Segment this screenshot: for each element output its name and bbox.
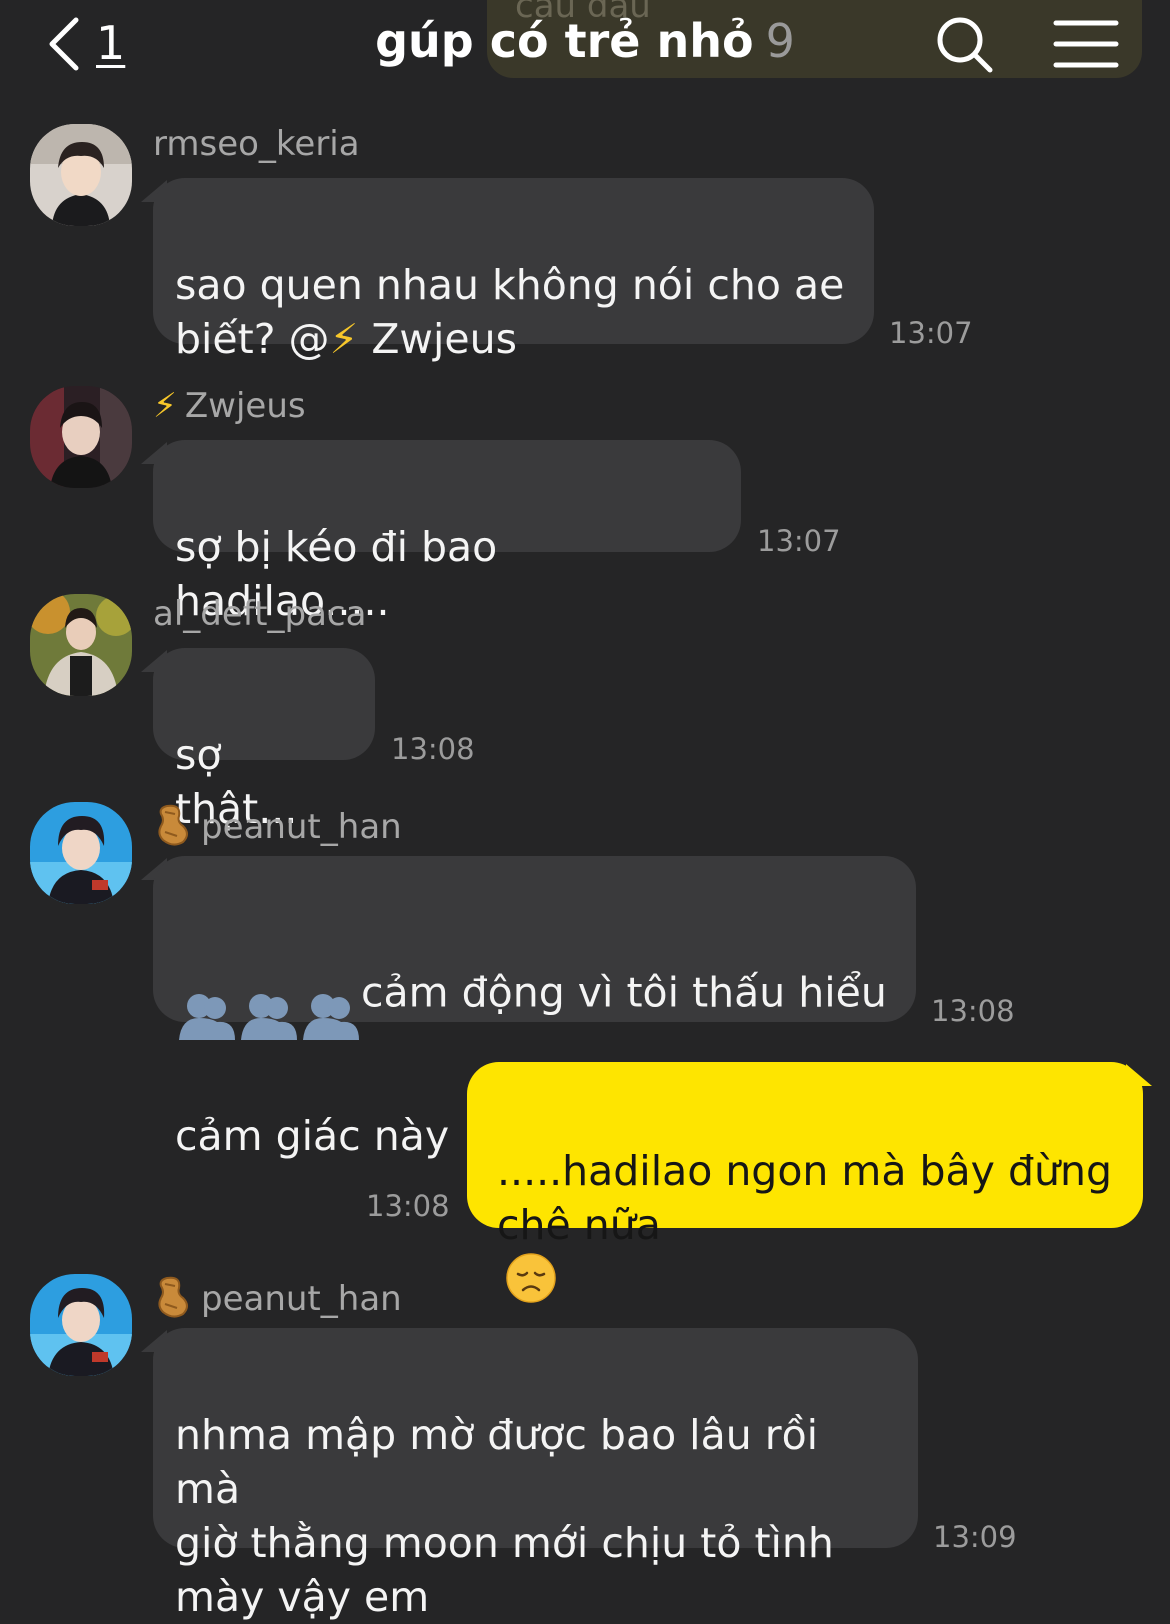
avatar[interactable] xyxy=(30,1274,132,1376)
avatar[interactable] xyxy=(30,386,132,488)
message-text: nhma mập mờ được bao lâu rồi mà giờ thằn… xyxy=(175,1411,834,1621)
avatar[interactable] xyxy=(30,802,132,904)
sender-name: peanut_han xyxy=(153,1274,402,1319)
peanut-icon xyxy=(158,1276,188,1318)
message-time: 13:08 xyxy=(391,732,475,766)
message-time: 13:07 xyxy=(757,524,841,558)
sender-name-text: al_deft_paca xyxy=(153,594,367,634)
lightning-icon: ⚡ xyxy=(153,386,177,426)
message-time: 13:08 xyxy=(366,1189,450,1223)
message-bubble[interactable]: sợ bị kéo đi bao hadilao..... xyxy=(153,440,741,625)
sender-name-text: Zwjeus xyxy=(184,386,306,426)
avatar[interactable] xyxy=(30,124,132,226)
mention-text: Zwjeus xyxy=(358,315,517,363)
disappointed-face-emoji xyxy=(506,1253,556,1303)
message-bubble[interactable]: cảm động vì tôi thấu hiểu cảm giác này xyxy=(153,856,916,1160)
avatar-photo xyxy=(30,1274,132,1376)
hamburger-menu-icon xyxy=(1053,20,1119,68)
sender-name: peanut_han xyxy=(153,802,402,847)
avatar-photo xyxy=(30,802,132,904)
avatar[interactable] xyxy=(30,594,132,696)
sender-name: ⚡ Zwjeus xyxy=(153,386,306,426)
sender-name: al_deft_paca xyxy=(153,594,366,634)
message-time: 13:07 xyxy=(889,316,973,350)
message-time: 13:09 xyxy=(933,1520,1017,1554)
message-text: cảm động vì tôi thấu hiểu xyxy=(361,968,887,1017)
sender-name-text: peanut_han xyxy=(201,807,402,847)
my-message-bubble[interactable]: .....hadilao ngon mà bây đừng chê nữa xyxy=(467,1062,1143,1303)
avatar-photo xyxy=(30,386,132,488)
member-count: 9 xyxy=(765,14,795,68)
search-icon xyxy=(937,17,993,73)
chat-header: câu đầu 1 gúp có trẻ nhỏ 9 xyxy=(0,0,1170,95)
message-bubble[interactable]: sao quen nhau không nói cho ae biết? @⚡ … xyxy=(153,178,874,363)
avatar-photo xyxy=(30,594,132,696)
message-text: .....hadilao ngon mà bây đừng chê nữa xyxy=(497,1147,1112,1249)
message-text: cảm giác này xyxy=(175,1112,450,1160)
message-bubble[interactable]: sợ thật... xyxy=(153,648,375,833)
message-time: 13:08 xyxy=(931,994,1015,1028)
peanut-icon xyxy=(158,804,188,846)
search-button[interactable] xyxy=(934,14,996,76)
sender-name-text: peanut_han xyxy=(201,1279,402,1319)
hug-emoji-group xyxy=(175,936,361,1055)
menu-button[interactable] xyxy=(1052,18,1120,70)
sender-name: rmseo_keria xyxy=(153,124,360,164)
sender-name-text: rmseo_keria xyxy=(153,124,360,164)
lightning-icon: ⚡ xyxy=(329,315,359,363)
chat-title-text: gúp có trẻ nhỏ xyxy=(375,14,754,68)
avatar-photo xyxy=(30,124,132,226)
message-bubble[interactable]: nhma mập mờ được bao lâu rồi mà giờ thằn… xyxy=(153,1328,918,1621)
hug-emoji xyxy=(179,994,359,1040)
